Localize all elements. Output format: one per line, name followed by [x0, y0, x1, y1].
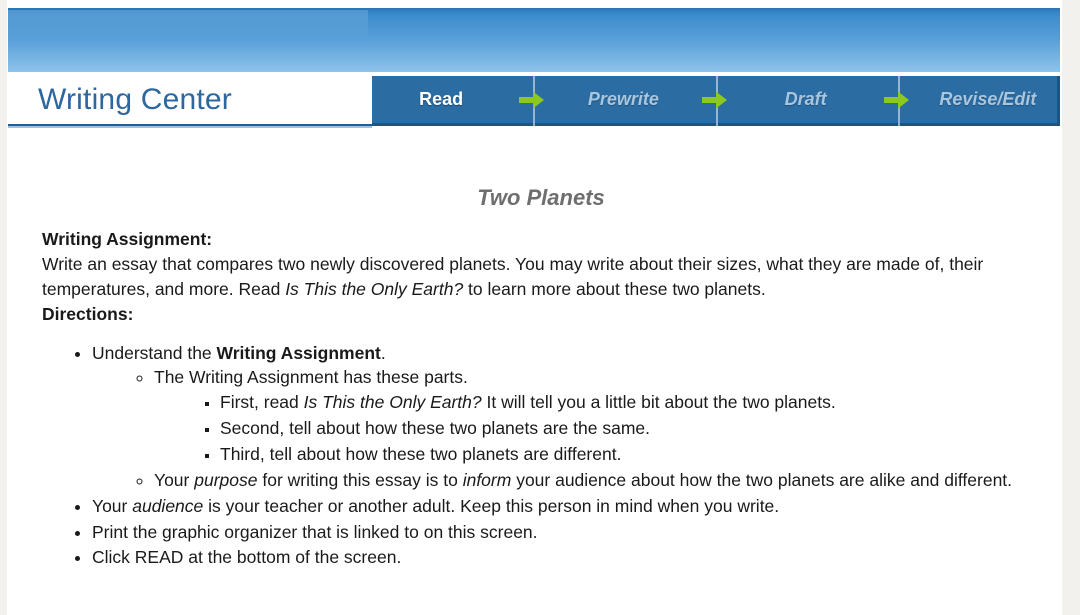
- part-first-book-title: Is This the Only Earth?: [303, 392, 482, 413]
- top-banner: [8, 8, 1060, 72]
- nav-step-draft[interactable]: Draft: [737, 76, 875, 123]
- arrow-right-icon: [701, 91, 727, 108]
- assignment-text-part2: to learn more about these two planets.: [463, 278, 766, 299]
- nav-step-prewrite[interactable]: Prewrite: [554, 76, 692, 123]
- nav-separator-2: [693, 76, 737, 126]
- assignment-parts-list: First, read Is This the Only Earth? It w…: [154, 390, 1040, 467]
- list-item: Click READ at the bottom of the screen.: [92, 545, 1040, 570]
- purpose-c: your audience about how the two planets …: [511, 469, 1013, 490]
- list-item: First, read Is This the Only Earth? It w…: [220, 390, 1040, 415]
- directions-sublist: The Writing Assignment has these parts. …: [92, 365, 1040, 492]
- page-title: Two Planets: [477, 185, 605, 210]
- understand-post: .: [380, 342, 386, 363]
- understand-bold: Writing Assignment: [216, 342, 381, 363]
- inform-italic: inform: [462, 469, 512, 490]
- list-item: Your audience is your teacher or another…: [92, 494, 1040, 519]
- nav-step-revise-edit[interactable]: Revise/Edit: [919, 76, 1057, 123]
- understand-pre: Understand the: [92, 342, 217, 363]
- audience-b: is your teacher or another adult. Keep t…: [203, 495, 780, 516]
- list-item: Understand the Writing Assignment. The W…: [92, 341, 1040, 493]
- part-first-post: It will tell you a little bit about the …: [481, 392, 836, 413]
- audience-italic: audience: [132, 495, 204, 516]
- arrow-right-icon: [519, 91, 545, 108]
- part-third-text: Third, tell about how these two planets …: [220, 443, 622, 464]
- site-header: Writing Center Read Prewrite Draft Revis…: [8, 76, 1060, 128]
- list-item: The Writing Assignment has these parts. …: [154, 365, 1040, 466]
- nav-separator-3: [875, 76, 919, 126]
- list-item: Your purpose for writing this essay is t…: [154, 468, 1040, 493]
- purpose-b: for writing this essay is to: [257, 469, 463, 490]
- part-first-pre: First, read: [220, 392, 304, 413]
- page-gutter-left: [0, 0, 7, 615]
- list-item: Print the graphic organizer that is link…: [92, 520, 1040, 545]
- click-read-text: Click READ at the bottom of the screen.: [92, 547, 402, 568]
- audience-a: Your: [92, 495, 133, 516]
- writing-center-app: Writing Center Read Prewrite Draft Revis…: [0, 0, 1080, 615]
- part-second-text: Second, tell about how these two planets…: [220, 418, 650, 439]
- writing-process-nav: Read Prewrite Draft Revise/Edit: [372, 76, 1060, 126]
- writing-assignment-block: Writing Assignment: Write an essay that …: [42, 227, 1040, 326]
- writing-assignment-text: Write an essay that compares two newly d…: [42, 252, 1040, 302]
- assignment-book-title: Is This the Only Earth?: [285, 278, 464, 299]
- banner-sheen: [8, 10, 368, 40]
- print-organizer-text: Print the graphic organizer that is link…: [92, 521, 538, 542]
- arrow-right-icon: [883, 91, 909, 108]
- assignment-parts-text: The Writing Assignment has these parts.: [154, 367, 468, 388]
- page-gutter-right: [1062, 0, 1080, 615]
- site-logo-text: Writing Center: [38, 83, 232, 116]
- logo-plate: Writing Center: [8, 76, 372, 124]
- nav-separator-1: [510, 76, 554, 126]
- directions-label: Directions:: [42, 303, 134, 324]
- list-item: Second, tell about how these two planets…: [220, 416, 1040, 441]
- directions-list: Understand the Writing Assignment. The W…: [42, 341, 1040, 571]
- nav-step-read[interactable]: Read: [372, 76, 510, 123]
- list-item: Third, tell about how these two planets …: [220, 442, 1040, 467]
- purpose-italic: purpose: [194, 469, 258, 490]
- writing-assignment-label: Writing Assignment:: [42, 229, 213, 250]
- header-divider-rule: [8, 124, 372, 128]
- purpose-a: Your: [154, 469, 195, 490]
- assignment-document: Two Planets Writing Assignment: Write an…: [8, 140, 1062, 610]
